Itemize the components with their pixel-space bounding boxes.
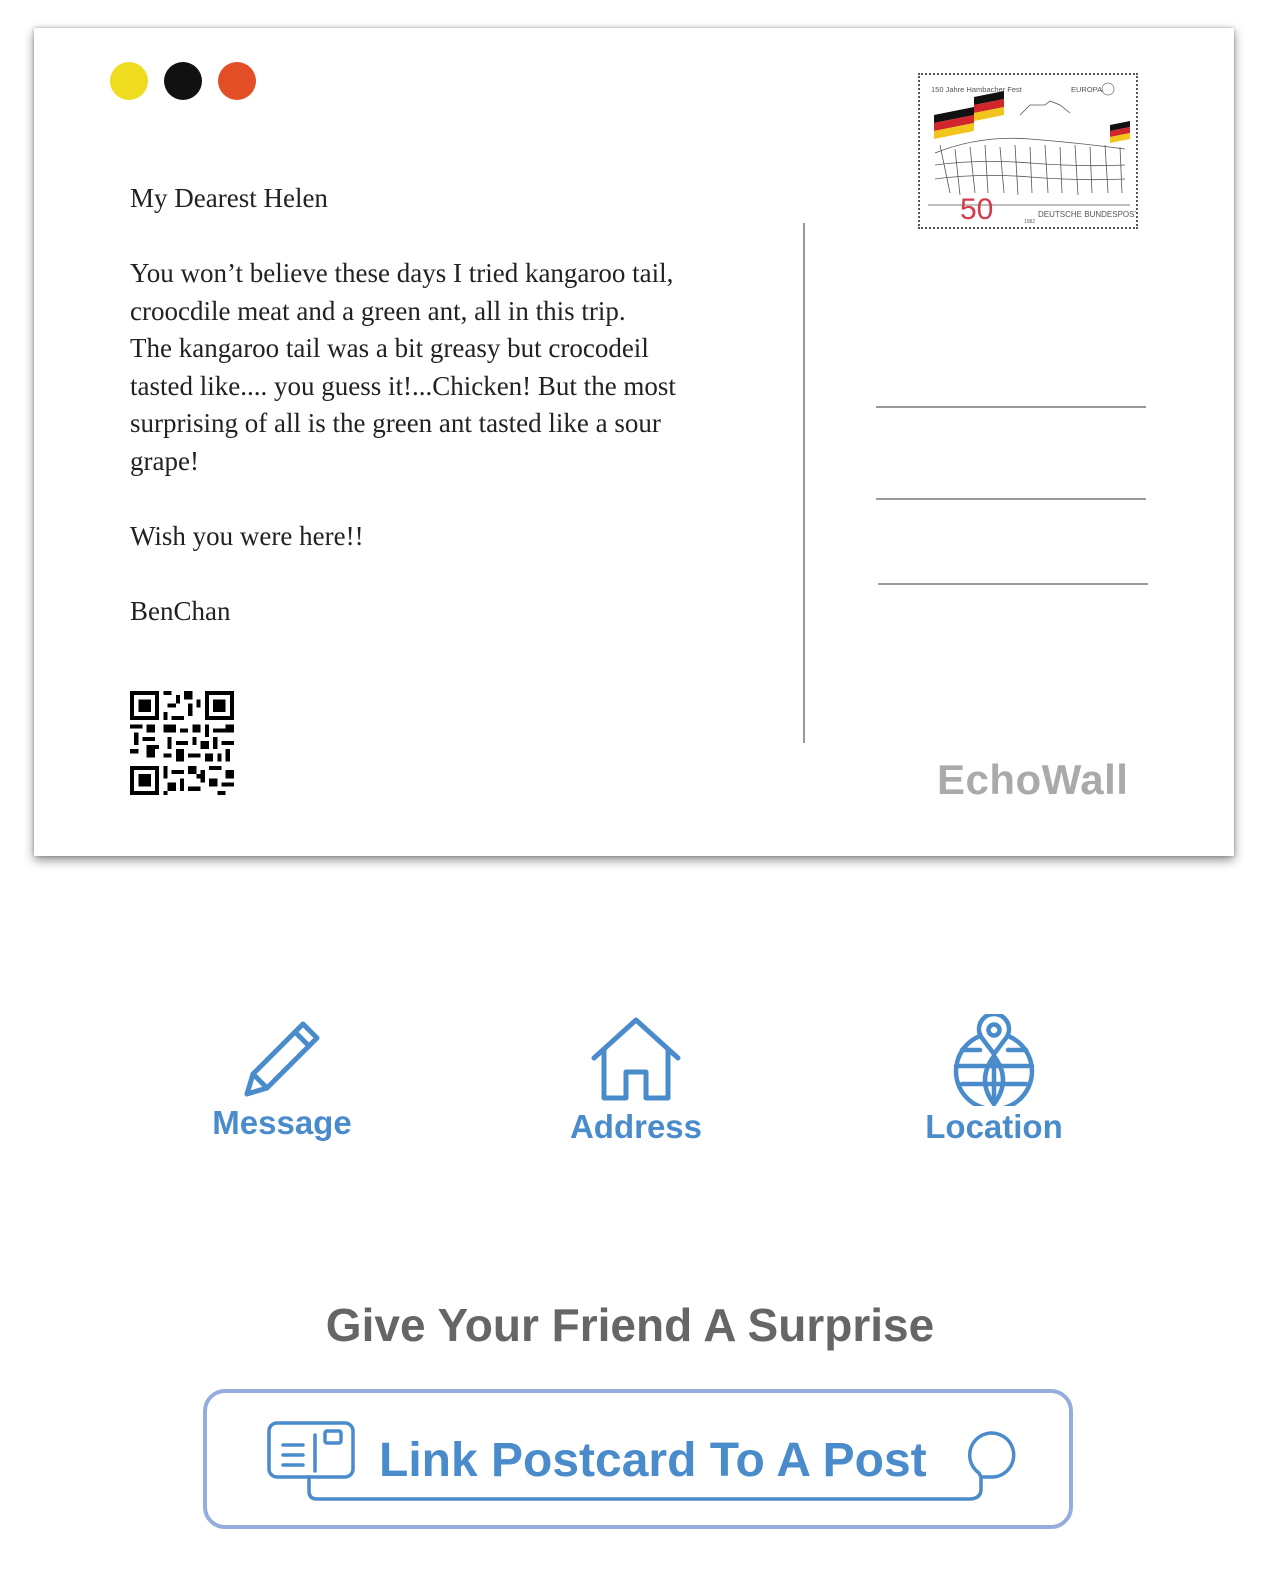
house-icon <box>591 1017 681 1101</box>
yellow-dot <box>110 62 148 100</box>
stamp-issuer: DEUTSCHE BUNDESPOST <box>1038 210 1136 219</box>
brand-logo: EchoWall <box>937 756 1129 803</box>
message-button[interactable]: Message <box>200 1012 364 1142</box>
postcard: My Dearest Helen You won’t believe these… <box>34 28 1234 856</box>
tagline: Give Your Friend A Surprise <box>325 1299 935 1351</box>
letter-line: The kangaroo tail was a bit greasy but c… <box>130 333 649 363</box>
signature: BenChan <box>130 595 231 626</box>
globe-pin-icon <box>953 1014 1035 1106</box>
stamp-corner-text: EUROPA <box>1071 85 1102 94</box>
letter-line: You won’t believe these days I tried kan… <box>130 258 674 288</box>
address-line <box>876 498 1146 500</box>
link-postcard-button[interactable]: Link Postcard To A Post <box>203 1389 1073 1529</box>
address-label: Address <box>569 1108 703 1145</box>
letter-line: surprising of all is the green ant taste… <box>130 408 661 438</box>
black-dot <box>164 62 202 100</box>
address-button[interactable]: Address <box>558 1014 714 1146</box>
location-button[interactable]: Location <box>914 1014 1074 1146</box>
letter-text: My Dearest Helen You won’t believe these… <box>130 180 770 630</box>
greeting: My Dearest Helen <box>130 183 328 213</box>
europa-emblem-icon <box>1101 82 1115 96</box>
qr-code[interactable] <box>130 691 234 795</box>
stamp-value: 50 <box>960 193 993 226</box>
orange-dot <box>218 62 256 100</box>
letter-line: croocdile meat and a green ant, all in t… <box>130 295 626 326</box>
address-line <box>876 406 1146 408</box>
german-flag <box>934 91 1130 143</box>
stamp-year: 1982 <box>1024 219 1035 225</box>
closing: Wish you were here!! <box>130 520 364 551</box>
link-postcard-label: Link Postcard To A Post <box>379 1434 927 1487</box>
letter-line: grape! <box>130 445 199 476</box>
pencil-icon <box>244 1021 320 1097</box>
letter-line: tasted like.... you guess it!...Chicken!… <box>130 370 676 401</box>
stamp-top-text: 150 Jahre Hambacher Fest <box>931 85 1023 94</box>
location-label: Location <box>925 1108 1063 1145</box>
postcard-divider <box>803 223 805 743</box>
address-line <box>878 583 1148 585</box>
postage-stamp: 150 Jahre Hambacher Fest EUROPA 50 1982 … <box>918 73 1138 229</box>
message-label: Message <box>212 1104 352 1141</box>
